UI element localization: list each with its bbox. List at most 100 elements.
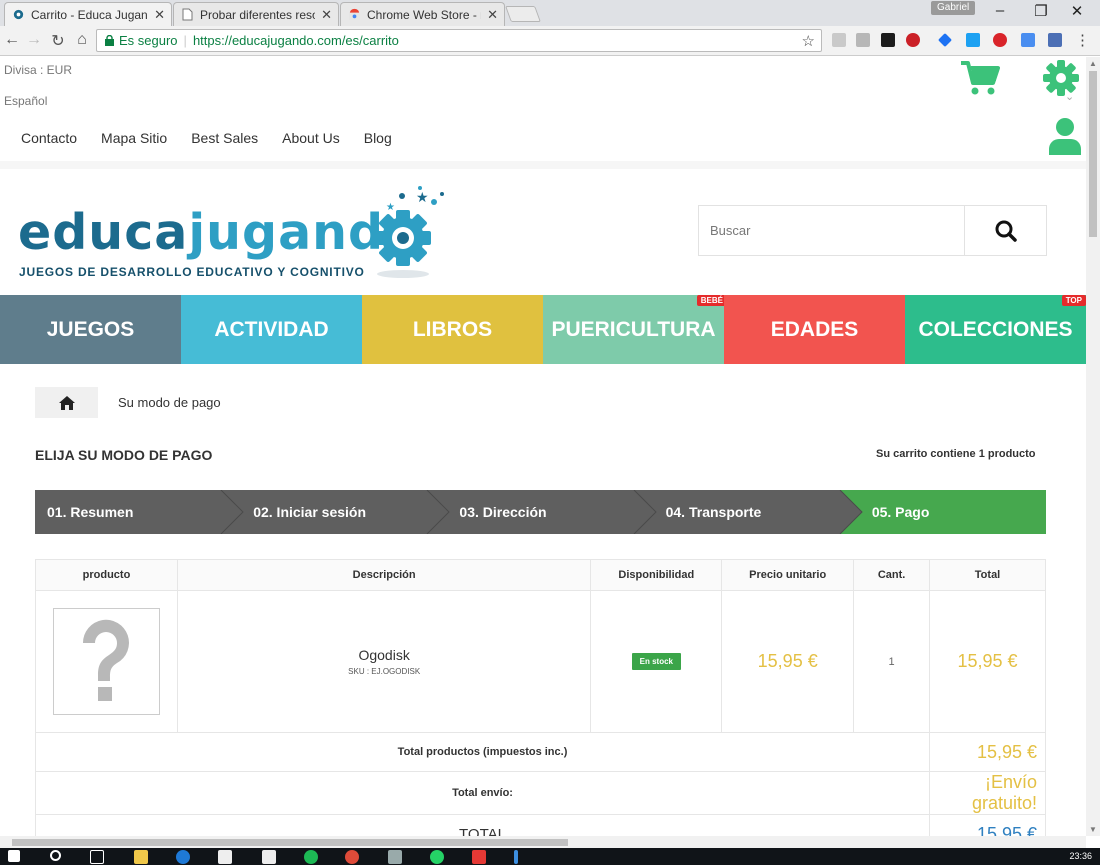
- profile-badge[interactable]: Gabriel: [931, 1, 976, 15]
- user-account-icon[interactable]: [1048, 117, 1082, 160]
- tab-probar[interactable]: Probar diferentes resoluc ✕: [173, 2, 339, 26]
- close-icon[interactable]: ✕: [154, 7, 165, 23]
- category-libros[interactable]: LIBROS: [362, 295, 543, 364]
- top-links: Contacto Mapa Sitio Best Sales About Us …: [21, 130, 392, 146]
- new-tab-button[interactable]: [505, 6, 541, 22]
- back-icon[interactable]: ←: [2, 31, 22, 49]
- edge-icon[interactable]: [176, 850, 190, 864]
- taskbar-clock[interactable]: 23:36: [1069, 851, 1092, 861]
- restore-icon[interactable]: ❐: [1026, 2, 1056, 20]
- home-icon[interactable]: ⌂: [72, 31, 92, 49]
- extension-icon[interactable]: [938, 33, 952, 47]
- extension-icon[interactable]: [856, 33, 870, 47]
- windows-start-icon[interactable]: [8, 850, 20, 862]
- extension-icon[interactable]: [1021, 33, 1035, 47]
- chevron-down-icon[interactable]: ⌄: [1065, 90, 1074, 103]
- search-button[interactable]: [964, 206, 1046, 255]
- address-bar[interactable]: Es seguro | https://educajugando.com/es/…: [96, 29, 822, 52]
- forward-icon[interactable]: →: [24, 31, 44, 49]
- tab-webstore[interactable]: Chrome Web Store - mol ✕: [340, 2, 505, 26]
- link-mapa-sitio[interactable]: Mapa Sitio: [101, 130, 167, 146]
- category-edades[interactable]: EDADES: [724, 295, 905, 364]
- settings-gear-icon[interactable]: [1042, 59, 1080, 102]
- link-contacto[interactable]: Contacto: [21, 130, 77, 146]
- product-name[interactable]: Ogodisk: [178, 647, 590, 663]
- browser-toolbar: ← → ↻ ⌂ Es seguro | https://educajugando…: [0, 26, 1100, 56]
- app-icon[interactable]: [388, 850, 402, 864]
- link-blog[interactable]: Blog: [364, 130, 392, 146]
- extension-icon[interactable]: [966, 33, 980, 47]
- currency-selector[interactable]: Divisa : EUR: [4, 63, 72, 77]
- search-icon[interactable]: [50, 850, 61, 861]
- language-selector[interactable]: Español: [4, 94, 47, 108]
- logo-tagline: JUEGOS DE DESARROLLO EDUCATIVO Y COGNITI…: [19, 265, 365, 279]
- shipping-label: Total envío:: [34, 771, 931, 815]
- quantity: 1: [853, 590, 931, 733]
- horizontal-scrollbar[interactable]: [0, 836, 1086, 848]
- svg-text:★: ★: [416, 190, 429, 206]
- bebe-badge: BEBÉ: [696, 295, 727, 306]
- category-juegos[interactable]: JUEGOS: [0, 295, 181, 364]
- scroll-up-icon[interactable]: ▲: [1089, 59, 1097, 68]
- secure-indicator[interactable]: Es seguro: [105, 33, 178, 48]
- spotify-icon[interactable]: [304, 850, 318, 864]
- pinterest-icon[interactable]: [906, 33, 920, 47]
- search-box: [698, 205, 1047, 256]
- chrome-icon[interactable]: [345, 850, 359, 864]
- bookmark-star-icon[interactable]: ☆: [802, 32, 815, 50]
- vertical-scrollbar[interactable]: ▲ ▼: [1086, 57, 1100, 836]
- gear-favicon-icon: [11, 8, 25, 22]
- scroll-thumb[interactable]: [12, 839, 568, 846]
- cart-icon[interactable]: [960, 60, 1000, 101]
- breadcrumb-home[interactable]: [35, 387, 98, 418]
- site-logo[interactable]: educajugand ★ ★ JUEGOS DE DESARROLLO EDU…: [18, 180, 458, 285]
- webstore-icon: [347, 8, 361, 22]
- breadcrumb: Su modo de pago: [35, 387, 221, 418]
- step-direccion[interactable]: 03. Dirección: [427, 490, 657, 534]
- stock-badge: En stock: [631, 653, 681, 670]
- store-icon[interactable]: [218, 850, 232, 864]
- extension-icon[interactable]: [881, 33, 895, 47]
- app-icon[interactable]: [472, 850, 486, 864]
- grand-total-row: TOTAL 15,95 €: [34, 814, 1046, 836]
- step-resumen[interactable]: 01. Resumen: [35, 490, 244, 534]
- category-puericultura[interactable]: PUERICULTURA BEBÉ: [543, 295, 727, 364]
- link-about-us[interactable]: About Us: [282, 130, 340, 146]
- extension-icon[interactable]: [832, 33, 846, 47]
- extension-icon[interactable]: [1048, 33, 1062, 47]
- file-explorer-icon[interactable]: [134, 850, 148, 864]
- step-pago[interactable]: 05. Pago: [839, 490, 1047, 534]
- logo-gear-icon: ★ ★: [372, 180, 458, 285]
- close-icon[interactable]: ✕: [487, 7, 498, 23]
- tab-title: Probar diferentes resoluc: [200, 7, 315, 22]
- link-best-sales[interactable]: Best Sales: [191, 130, 258, 146]
- whatsapp-icon[interactable]: [430, 850, 444, 864]
- category-actividad[interactable]: ACTIVIDAD: [181, 295, 362, 364]
- step-iniciar-sesion[interactable]: 02. Iniciar sesión: [221, 490, 451, 534]
- header-divider: [0, 161, 1086, 169]
- table-row: Ogodisk SKU : EJ.OGODISK En stock 15,95 …: [35, 590, 1046, 733]
- question-mark-icon: [83, 619, 130, 701]
- app-icon[interactable]: [262, 850, 276, 864]
- col-header-producto: producto: [35, 559, 178, 591]
- close-icon[interactable]: ✕: [321, 7, 332, 23]
- scroll-thumb[interactable]: [1089, 71, 1097, 237]
- task-view-icon[interactable]: [90, 850, 104, 864]
- checkout-steps: 01. Resumen 02. Iniciar sesión 03. Direc…: [35, 490, 1047, 534]
- svg-text:★: ★: [386, 202, 395, 213]
- adblock-icon[interactable]: [993, 33, 1007, 47]
- menu-icon[interactable]: ⋮: [1075, 31, 1090, 49]
- scroll-down-icon[interactable]: ▼: [1089, 825, 1097, 834]
- tab-carrito[interactable]: Carrito - Educa Jugando ✕: [4, 2, 172, 26]
- step-transporte[interactable]: 04. Transporte: [633, 490, 863, 534]
- reload-icon[interactable]: ↻: [48, 31, 68, 51]
- close-window-icon[interactable]: ✕: [1062, 2, 1092, 20]
- minimize-icon[interactable]: –: [985, 2, 1015, 19]
- col-header-descripcion: Descripción: [176, 559, 592, 591]
- category-colecciones[interactable]: COLECCIONES TOP: [905, 295, 1086, 364]
- product-image-cell: [35, 590, 178, 733]
- product-image[interactable]: [52, 608, 160, 715]
- search-input[interactable]: [699, 206, 964, 255]
- url-text: https://educajugando.com/es/carrito: [192, 33, 399, 48]
- app-icon[interactable]: [514, 850, 518, 864]
